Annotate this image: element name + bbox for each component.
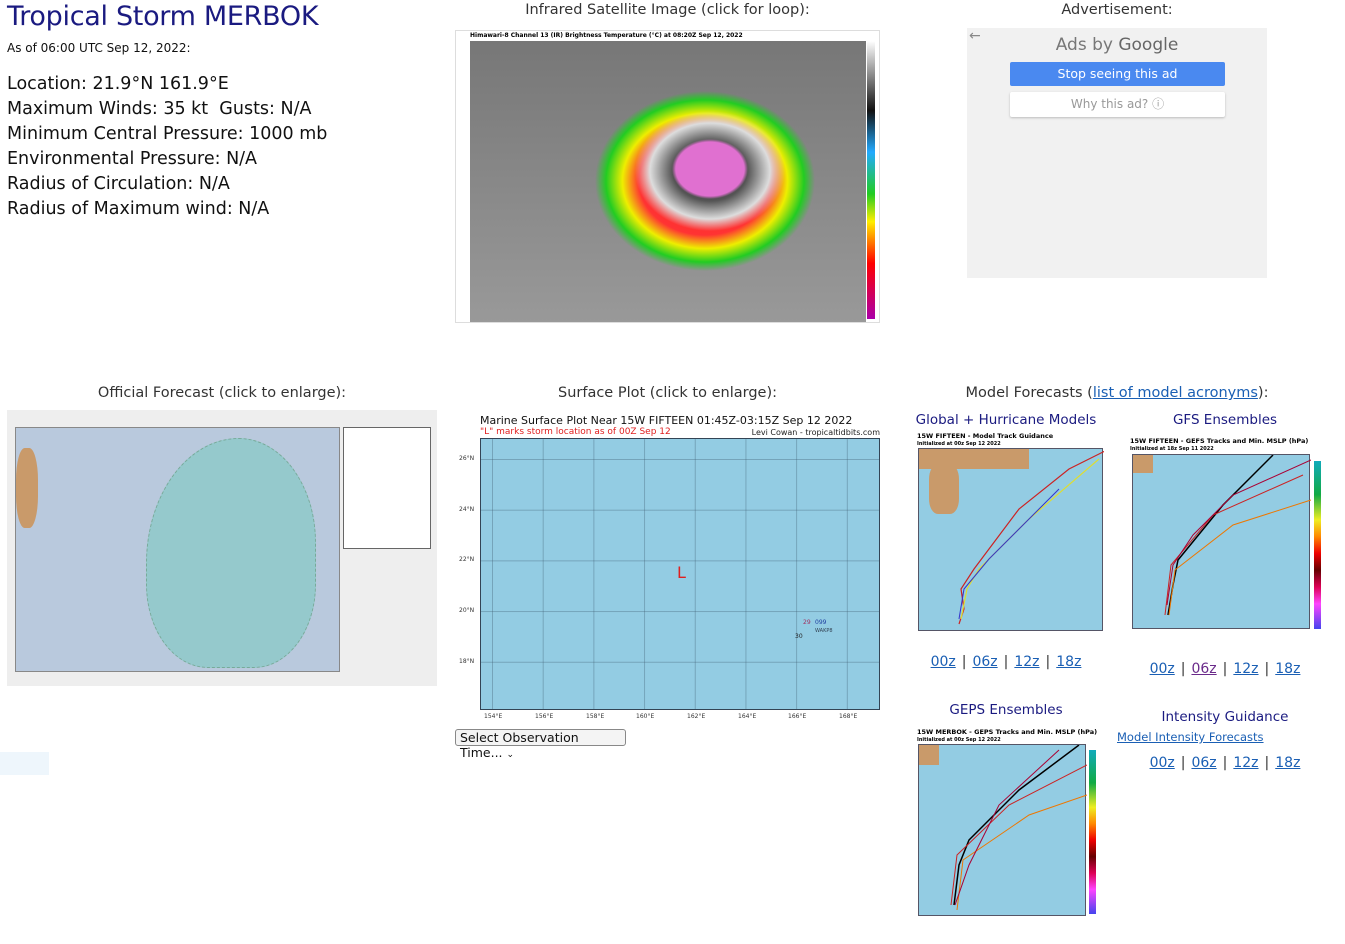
surface-plot-header: Surface Plot (click to enlarge): — [557, 385, 777, 401]
obs-pressure: 099 — [815, 619, 827, 626]
obs-dewpoint: 30 — [795, 633, 803, 640]
lat-tick: 26°N — [459, 455, 475, 462]
global-models-header: Global + Hurricane Models — [915, 412, 1097, 428]
env-pressure: Environmental Pressure: N/A — [7, 149, 258, 169]
obs-station: WAKP8 — [815, 628, 833, 634]
image-title: 15W MERBOK - GEPS Tracks and Min. MSLP (… — [917, 728, 1098, 736]
intensity-12z-link[interactable]: 12z — [1233, 755, 1258, 771]
global-18z-link[interactable]: 18z — [1056, 654, 1081, 670]
ad-box: ← Ads by Google Stop seeing this ad Why … — [967, 28, 1267, 278]
lon-tick: 154°E — [484, 713, 503, 720]
gfs-ensembles-header: GFS Ensembles — [1172, 412, 1278, 428]
satellite-header: Infrared Satellite Image (click for loop… — [525, 2, 810, 18]
image-subtitle: Initialized at 00z Sep 12 2022 — [917, 441, 1001, 447]
lon-tick: 162°E — [687, 713, 706, 720]
model-intensity-forecasts-link[interactable]: Model Intensity Forecasts — [1117, 730, 1264, 744]
pressure-colorbar — [1314, 461, 1321, 629]
stop-seeing-ad-button[interactable]: Stop seeing this ad — [1010, 62, 1225, 86]
forecast-cone — [146, 438, 316, 668]
plot-credit: Levi Cowan - tropicaltidbits.com — [751, 428, 880, 437]
temperature-colorbar — [867, 41, 875, 319]
official-forecast-header: Official Forecast (click to enlarge): — [97, 385, 347, 401]
blank-panel — [0, 752, 49, 775]
official-forecast-image[interactable] — [7, 410, 437, 686]
as-of-time: As of 06:00 UTC Sep 12, 2022: — [7, 41, 191, 55]
global-model-times: 00z | 06z | 12z | 18z — [930, 654, 1082, 670]
ensemble-tracks — [950, 745, 1087, 911]
why-this-ad-button[interactable]: Why this ad? ⓘ — [1010, 92, 1225, 117]
surface-map: L 29 099 30 WAKP8 — [480, 438, 880, 710]
lon-tick: 158°E — [586, 713, 605, 720]
radius-circulation: Radius of Circulation: N/A — [7, 174, 230, 194]
global-12z-link[interactable]: 12z — [1014, 654, 1039, 670]
lat-tick: 18°N — [459, 658, 475, 665]
gfs-18z-link[interactable]: 18z — [1275, 661, 1300, 677]
track-map — [918, 448, 1104, 631]
track-map — [1132, 454, 1311, 629]
image-subtitle: Initialized at 00z Sep 12 2022 — [917, 737, 1001, 743]
observation-time-select[interactable]: Select Observation Time... ⌄ — [455, 729, 626, 760]
lon-tick: 164°E — [738, 713, 757, 720]
image-title: 15W FIFTEEN - Model Track Guidance — [917, 432, 1054, 440]
gfs-00z-link[interactable]: 00z — [1150, 661, 1175, 677]
storm-details: Location: 21.9°N 161.9°E Maximum Winds: … — [7, 72, 327, 222]
gfs-12z-link[interactable]: 12z — [1233, 661, 1258, 677]
lon-tick: 168°E — [839, 713, 858, 720]
gfs-times: 00z | 06z | 12z | 18z — [1149, 661, 1301, 677]
lat-tick: 22°N — [459, 556, 475, 563]
ad-header: Advertisement: — [1061, 2, 1173, 18]
geps-ensembles-header: GEPS Ensembles — [949, 702, 1063, 718]
track-map — [918, 744, 1087, 916]
location: Location: 21.9°N 161.9°E — [7, 74, 229, 94]
radius-max-wind: Radius of Maximum wind: N/A — [7, 199, 270, 219]
ads-by-google: Ads by Google — [1055, 35, 1179, 55]
storm-location-marker: L — [677, 563, 686, 582]
model-acronyms-link[interactable]: list of model acronyms — [1093, 385, 1258, 401]
forecast-legend — [343, 427, 431, 549]
ir-imagery — [470, 41, 866, 322]
gfs-06z-link[interactable]: 06z — [1191, 661, 1216, 677]
land — [16, 448, 38, 528]
storm-title: Tropical Storm MERBOK — [7, 1, 319, 32]
forecast-map — [15, 427, 340, 672]
max-winds: Maximum Winds: 35 kt Gusts: N/A — [7, 99, 312, 119]
image-subtitle: Initialized at 18z Sep 11 2022 — [1130, 446, 1214, 452]
lon-tick: 156°E — [535, 713, 554, 720]
lat-tick: 20°N — [459, 607, 475, 614]
global-00z-link[interactable]: 00z — [931, 654, 956, 670]
chevron-down-icon: ⌄ — [506, 750, 515, 760]
image-title: 15W FIFTEEN - GEFS Tracks and Min. MSLP … — [1130, 437, 1309, 445]
satellite-image[interactable]: Himawari-8 Channel 13 (IR) Brightness Te… — [455, 30, 880, 323]
surface-plot-image[interactable]: Marine Surface Plot Near 15W FIFTEEN 01:… — [455, 410, 880, 720]
intensity-00z-link[interactable]: 00z — [1150, 755, 1175, 771]
global-06z-link[interactable]: 06z — [972, 654, 997, 670]
intensity-times: 00z | 06z | 12z | 18z — [1149, 755, 1301, 771]
intensity-06z-link[interactable]: 06z — [1191, 755, 1216, 771]
obs-temp: 29 — [803, 619, 811, 626]
pressure-colorbar — [1089, 750, 1096, 914]
lat-tick: 24°N — [459, 506, 475, 513]
intensity-guidance-header: Intensity Guidance — [1161, 709, 1289, 725]
gfs-ensembles-image[interactable]: 15W FIFTEEN - GEFS Tracks and Min. MSLP … — [1128, 437, 1333, 632]
ensemble-tracks — [1164, 455, 1311, 616]
min-pressure: Minimum Central Pressure: 1000 mb — [7, 124, 328, 144]
lon-tick: 160°E — [636, 713, 655, 720]
geps-ensembles-image[interactable]: 15W MERBOK - GEPS Tracks and Min. MSLP (… — [915, 728, 1110, 918]
plot-title: Marine Surface Plot Near 15W FIFTEEN 01:… — [480, 414, 853, 427]
plot-subtitle: "L" marks storm location as of 00Z Sep 1… — [480, 427, 671, 437]
model-forecasts-header: Model Forecasts (list of model acronyms)… — [965, 385, 1269, 401]
model-tracks — [958, 450, 1104, 625]
intensity-18z-link[interactable]: 18z — [1275, 755, 1300, 771]
lon-tick: 166°E — [788, 713, 807, 720]
global-models-image[interactable]: 15W FIFTEEN - Model Track Guidance Initi… — [915, 432, 1105, 637]
satellite-image-title: Himawari-8 Channel 13 (IR) Brightness Te… — [470, 32, 743, 39]
